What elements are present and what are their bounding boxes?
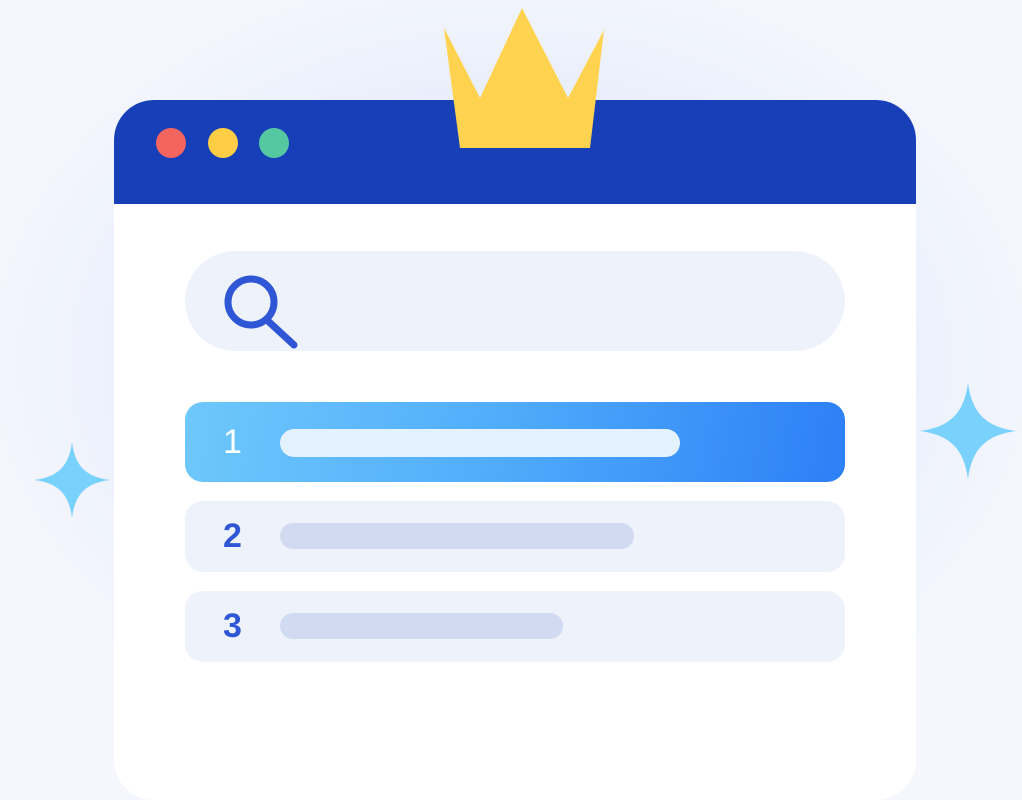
result-placeholder-bar [280, 429, 680, 457]
crown-icon [444, 8, 604, 148]
search-bar[interactable] [185, 251, 845, 351]
result-rank: 3 [223, 607, 242, 645]
result-placeholder-bar [280, 613, 563, 639]
close-dot[interactable] [156, 128, 186, 158]
sparkle-icon [34, 442, 110, 518]
result-rank: 1 [223, 422, 242, 461]
search-icon [224, 275, 298, 349]
result-row-1[interactable]: 1 [185, 402, 845, 482]
result-row-2[interactable]: 2 [185, 501, 845, 572]
minimize-dot[interactable] [208, 128, 238, 158]
result-placeholder-bar [280, 523, 634, 549]
result-row-3[interactable]: 3 [185, 591, 845, 662]
maximize-dot[interactable] [259, 128, 289, 158]
result-rank: 2 [223, 517, 242, 555]
sparkle-icon [920, 383, 1016, 479]
browser-window: 1 2 3 [114, 100, 916, 800]
